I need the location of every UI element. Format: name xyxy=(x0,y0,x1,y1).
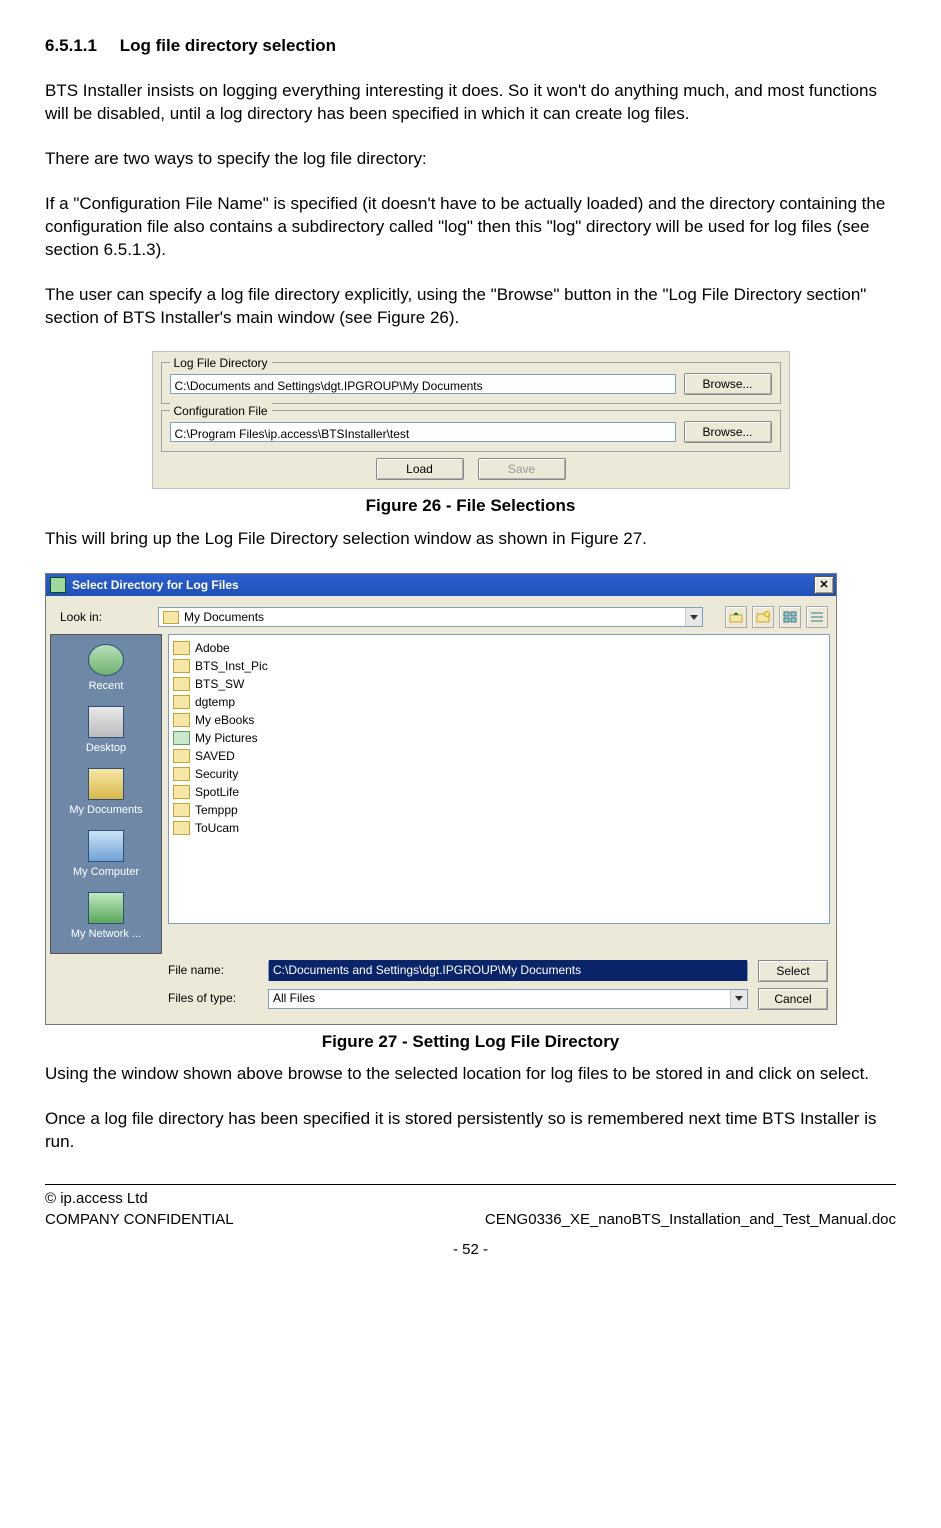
my-documents-icon xyxy=(88,768,124,800)
paragraph-2: There are two ways to specify the log fi… xyxy=(45,148,896,171)
places-my-computer[interactable]: My Computer xyxy=(58,827,154,885)
figure-27-caption: Figure 27 - Setting Log File Directory xyxy=(45,1031,896,1054)
folder-icon xyxy=(173,785,190,799)
figure-27-dialog: Select Directory for Log Files ✕ Look in… xyxy=(45,573,837,1024)
folder-icon xyxy=(163,611,179,624)
log-file-directory-legend: Log File Directory xyxy=(170,355,272,371)
file-list[interactable]: Adobe BTS_Inst_Pic BTS_SW dgtemp My eBoo… xyxy=(168,634,830,924)
config-browse-button[interactable]: Browse... xyxy=(684,421,772,443)
select-button[interactable]: Select xyxy=(758,960,828,982)
list-item[interactable]: SAVED xyxy=(173,747,825,765)
footer-copyright: © ip.access Ltd xyxy=(45,1189,896,1209)
places-bar: Recent Desktop My Documents My Computer … xyxy=(50,634,162,953)
chevron-down-icon[interactable] xyxy=(685,608,702,626)
up-one-level-icon[interactable] xyxy=(725,606,747,628)
folder-icon xyxy=(173,695,190,709)
folder-icon xyxy=(173,749,190,763)
view-list-icon[interactable] xyxy=(779,606,801,628)
files-of-type-combo[interactable]: All Files xyxy=(268,989,748,1009)
list-item[interactable]: BTS_SW xyxy=(173,675,825,693)
list-item[interactable]: ToUcam xyxy=(173,819,825,837)
log-file-directory-input[interactable]: C:\Documents and Settings\dgt.IPGROUP\My… xyxy=(170,374,676,394)
log-file-directory-group: Log File Directory C:\Documents and Sett… xyxy=(161,362,781,404)
paragraph-5: This will bring up the Log File Director… xyxy=(45,528,896,551)
configuration-file-input[interactable]: C:\Program Files\ip.access\BTSInstaller\… xyxy=(170,422,676,442)
my-computer-icon xyxy=(88,830,124,862)
places-mynet-label: My Network ... xyxy=(71,928,141,940)
paragraph-3: If a "Configuration File Name" is specif… xyxy=(45,193,896,262)
dialog-titlebar[interactable]: Select Directory for Log Files ✕ xyxy=(46,574,836,596)
folder-icon xyxy=(173,803,190,817)
figure-26-caption: Figure 26 - File Selections xyxy=(45,495,896,518)
list-item[interactable]: Temppp xyxy=(173,801,825,819)
places-desktop-label: Desktop xyxy=(86,742,126,754)
close-icon: ✕ xyxy=(819,578,828,593)
paragraph-1: BTS Installer insists on logging everyth… xyxy=(45,80,896,126)
file-name-value: C:\Documents and Settings\dgt.IPGROUP\My… xyxy=(269,960,747,980)
configuration-file-group: Configuration File C:\Program Files\ip.a… xyxy=(161,410,781,452)
view-details-icon[interactable] xyxy=(806,606,828,628)
section-heading: 6.5.1.1 Log file directory selection xyxy=(45,35,896,58)
look-in-value: My Documents xyxy=(184,609,264,625)
section-number: 6.5.1.1 xyxy=(45,35,97,58)
places-mydocs-label: My Documents xyxy=(69,804,142,816)
places-mycomp-label: My Computer xyxy=(73,866,139,878)
pictures-folder-icon xyxy=(173,731,190,745)
footer-divider xyxy=(45,1184,896,1185)
app-icon xyxy=(50,577,66,593)
files-of-type-value: All Files xyxy=(273,990,315,1006)
figure-26-panel: Log File Directory C:\Documents and Sett… xyxy=(152,351,790,489)
new-folder-icon[interactable] xyxy=(752,606,774,628)
page-number: - 52 - xyxy=(45,1240,896,1260)
places-recent-label: Recent xyxy=(89,680,124,692)
paragraph-4: The user can specify a log file director… xyxy=(45,284,896,330)
file-name-input[interactable]: C:\Documents and Settings\dgt.IPGROUP\My… xyxy=(268,961,748,981)
footer-confidential: COMPANY CONFIDENTIAL xyxy=(45,1210,234,1230)
list-item[interactable]: Adobe xyxy=(173,639,825,657)
folder-icon xyxy=(173,659,190,673)
paragraph-6: Using the window shown above browse to t… xyxy=(45,1063,896,1086)
look-in-label: Look in: xyxy=(60,609,146,625)
places-recent[interactable]: Recent xyxy=(58,641,154,699)
list-item[interactable]: Security xyxy=(173,765,825,783)
desktop-icon xyxy=(88,706,124,738)
save-button: Save xyxy=(478,458,566,480)
folder-icon xyxy=(173,641,190,655)
list-item[interactable]: SpotLife xyxy=(173,783,825,801)
files-of-type-label: Files of type: xyxy=(168,990,258,1006)
section-title: Log file directory selection xyxy=(120,36,336,55)
dialog-title: Select Directory for Log Files xyxy=(72,577,239,593)
folder-icon xyxy=(173,821,190,835)
look-in-combo[interactable]: My Documents xyxy=(158,607,703,627)
log-dir-browse-button[interactable]: Browse... xyxy=(684,373,772,395)
configuration-file-legend: Configuration File xyxy=(170,403,272,419)
paragraph-7: Once a log file directory has been speci… xyxy=(45,1108,896,1154)
list-item[interactable]: My eBooks xyxy=(173,711,825,729)
folder-icon xyxy=(173,713,190,727)
file-name-label: File name: xyxy=(168,962,258,978)
folder-icon xyxy=(173,677,190,691)
list-item[interactable]: dgtemp xyxy=(173,693,825,711)
recent-icon xyxy=(88,644,124,676)
places-desktop[interactable]: Desktop xyxy=(58,703,154,761)
list-item[interactable]: My Pictures xyxy=(173,729,825,747)
places-my-documents[interactable]: My Documents xyxy=(58,765,154,823)
close-button[interactable]: ✕ xyxy=(814,576,834,594)
folder-icon xyxy=(173,767,190,781)
list-item[interactable]: BTS_Inst_Pic xyxy=(173,657,825,675)
my-network-icon xyxy=(88,892,124,924)
cancel-button[interactable]: Cancel xyxy=(758,988,828,1010)
places-my-network[interactable]: My Network ... xyxy=(58,889,154,947)
load-button[interactable]: Load xyxy=(376,458,464,480)
footer-docname: CENG0336_XE_nanoBTS_Installation_and_Tes… xyxy=(485,1210,896,1230)
chevron-down-icon[interactable] xyxy=(730,990,747,1008)
